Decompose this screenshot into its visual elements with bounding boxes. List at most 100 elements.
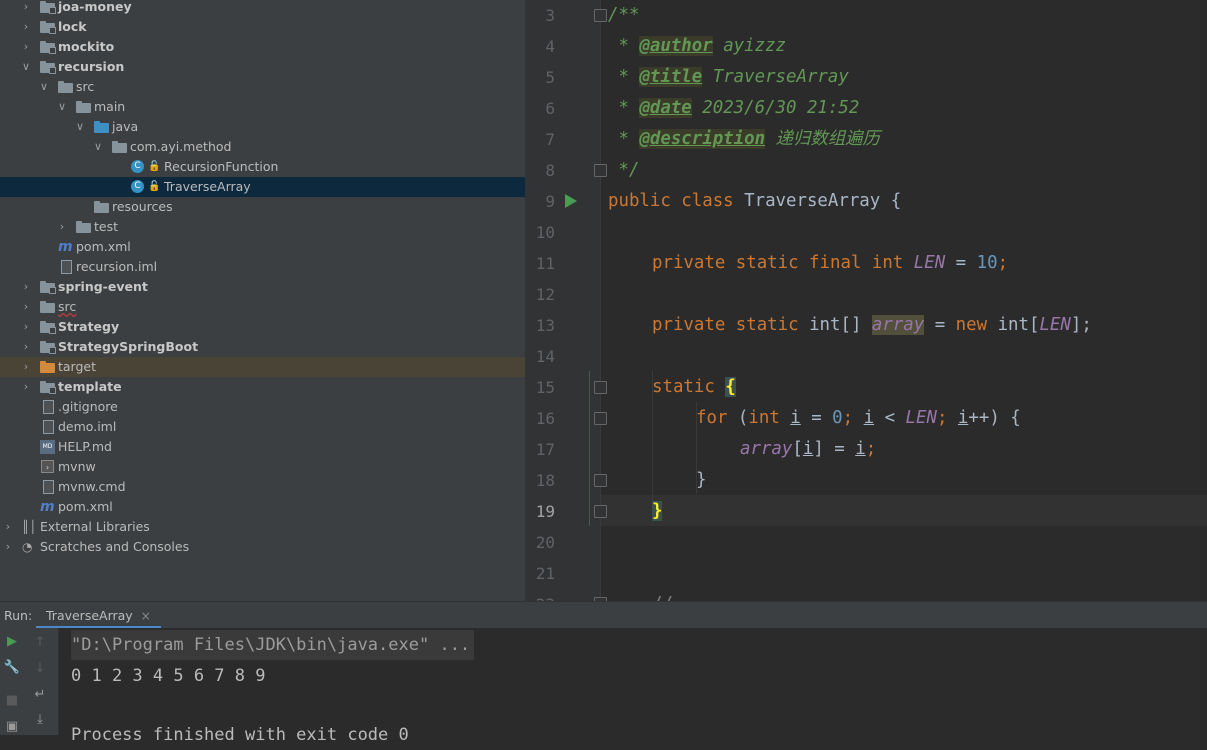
- code-line-17: array[i] = i;: [740, 434, 876, 465]
- operator: <: [874, 408, 906, 428]
- variable: i: [790, 408, 801, 428]
- expand-arrow-icon[interactable]: ›: [20, 357, 32, 377]
- tree-item-target[interactable]: › target: [0, 357, 525, 377]
- operator: =: [924, 315, 956, 335]
- gitignore-file-icon: [43, 400, 54, 414]
- collapse-arrow-icon[interactable]: ∨: [20, 57, 32, 77]
- collapse-arrow-icon[interactable]: ∨: [92, 137, 104, 157]
- fold-marker-icon[interactable]: [594, 474, 607, 487]
- tree-item-test[interactable]: › test: [0, 217, 525, 237]
- wrench-icon[interactable]: 🔧: [3, 659, 21, 677]
- run-gutter-icon[interactable]: [565, 194, 577, 208]
- tree-item-strategy[interactable]: › Strategy: [0, 317, 525, 337]
- libraries-icon: ║│: [22, 520, 37, 534]
- collapse-arrow-icon[interactable]: ∨: [38, 77, 50, 97]
- stop-icon[interactable]: ■: [3, 692, 21, 710]
- expand-arrow-icon[interactable]: ›: [20, 277, 32, 297]
- tree-item-joa-money[interactable]: › joa-money: [0, 0, 525, 17]
- fold-marker-icon[interactable]: [594, 164, 607, 177]
- tree-item-pom-xml[interactable]: m pom.xml: [0, 237, 525, 257]
- tree-item-label: HELP.md: [58, 439, 112, 454]
- tree-item-label: src: [58, 299, 77, 314]
- doc-value: TraverseArray: [702, 67, 849, 87]
- tree-item-template[interactable]: › template: [0, 377, 525, 397]
- up-arrow-icon[interactable]: ↑: [31, 634, 49, 652]
- tree-item-mvnw[interactable]: › mvnw: [0, 457, 525, 477]
- console-output-line: 0 1 2 3 4 5 6 7 8 9: [71, 666, 266, 686]
- keyword: public class: [608, 191, 745, 211]
- line-number: 8: [545, 161, 555, 180]
- expand-arrow-icon[interactable]: ›: [2, 517, 14, 537]
- source-folder-icon: [94, 121, 109, 133]
- scroll-to-end-icon[interactable]: ⤓: [31, 711, 49, 729]
- number-literal: 0: [832, 408, 843, 428]
- run-tab-traverse-array[interactable]: TraverseArray ×: [36, 602, 161, 629]
- expand-arrow-icon[interactable]: ›: [20, 377, 32, 397]
- tree-item-main[interactable]: ∨ main: [0, 97, 525, 117]
- package-icon: [112, 141, 127, 153]
- expand-arrow-icon[interactable]: ›: [2, 537, 14, 557]
- fold-marker-icon[interactable]: [594, 412, 607, 425]
- expand-arrow-icon[interactable]: ›: [20, 297, 32, 317]
- console-command-line: "D:\Program Files\JDK\bin\java.exe" ...: [71, 630, 475, 660]
- tree-item-src[interactable]: ∨ src: [0, 77, 525, 97]
- tree-item-scratches[interactable]: › ◔ Scratches and Consoles: [0, 537, 525, 557]
- tree-item-src-root[interactable]: › src: [0, 297, 525, 317]
- soft-wrap-icon[interactable]: ↵: [31, 686, 49, 704]
- text-file-icon: [43, 480, 54, 494]
- tree-item-spring-event[interactable]: › spring-event: [0, 277, 525, 297]
- tree-item-recursion-function[interactable]: C 🔓 RecursionFunction: [0, 157, 525, 177]
- line-number: 9: [545, 192, 555, 211]
- tree-item-help-md[interactable]: MD HELP.md: [0, 437, 525, 457]
- punctuation: ++) {: [968, 408, 1021, 428]
- tree-item-traverse-array[interactable]: C 🔓 TraverseArray: [0, 177, 525, 197]
- tree-item-package[interactable]: ∨ com.ayi.method: [0, 137, 525, 157]
- rerun-icon[interactable]: ▶: [3, 633, 21, 651]
- doc-comment: *: [608, 36, 640, 56]
- fold-marker-icon[interactable]: [594, 9, 607, 22]
- expand-arrow-icon[interactable]: ›: [20, 317, 32, 337]
- code-editor[interactable]: 3 4 5 6 7 8 9 10 11 12 13 14 15 16 17 18…: [525, 0, 1207, 601]
- folder-icon: [58, 81, 73, 93]
- run-console[interactable]: ▶ ↑ 🔧 ↓ ■ ↵ ⤓ ▣ "D:\Program Files\JDK\bi…: [0, 628, 1207, 745]
- expand-arrow-icon[interactable]: ›: [56, 217, 68, 237]
- fold-marker-icon[interactable]: [594, 505, 607, 518]
- line-number: 17: [535, 440, 555, 459]
- collapse-arrow-icon[interactable]: ∨: [56, 97, 68, 117]
- tree-item-resources[interactable]: resources: [0, 197, 525, 217]
- expand-arrow-icon[interactable]: ›: [20, 37, 32, 57]
- field-name: array: [871, 315, 925, 335]
- collapse-arrow-icon[interactable]: ∨: [74, 117, 86, 137]
- tree-item-label: StrategySpringBoot: [58, 339, 199, 354]
- tree-item-strategy-spring-boot[interactable]: › StrategySpringBoot: [0, 337, 525, 357]
- type: int[]: [809, 315, 872, 335]
- tree-item-gitignore[interactable]: .gitignore: [0, 397, 525, 417]
- tree-item-label: .gitignore: [58, 399, 118, 414]
- tree-item-root-pom-xml[interactable]: m pom.xml: [0, 497, 525, 517]
- tree-item-recursion-iml[interactable]: recursion.iml: [0, 257, 525, 277]
- close-icon[interactable]: ×: [141, 609, 151, 623]
- tree-item-label: mockito: [58, 39, 115, 54]
- line-number: 18: [535, 471, 555, 490]
- tree-item-recursion[interactable]: ∨ recursion: [0, 57, 525, 77]
- tree-item-demo-iml[interactable]: demo.iml: [0, 417, 525, 437]
- tree-item-mockito[interactable]: › mockito: [0, 37, 525, 57]
- down-arrow-icon[interactable]: ↓: [31, 660, 49, 678]
- fold-marker-icon[interactable]: [594, 381, 607, 394]
- tree-item-label: spring-event: [58, 279, 148, 294]
- tree-item-mvnw-cmd[interactable]: mvnw.cmd: [0, 477, 525, 497]
- tree-item-label: TraverseArray: [164, 179, 251, 194]
- tree-item-label: mvnw.cmd: [58, 479, 126, 494]
- code-line-15: static {: [652, 372, 736, 403]
- tree-item-external-libraries[interactable]: › ║│ External Libraries: [0, 517, 525, 537]
- camera-icon[interactable]: ▣: [3, 718, 21, 736]
- tree-item-lock[interactable]: › lock: [0, 17, 525, 37]
- markdown-file-icon: MD: [40, 440, 55, 454]
- expand-arrow-icon[interactable]: ›: [20, 337, 32, 357]
- expand-arrow-icon[interactable]: ›: [20, 17, 32, 37]
- line-number: 12: [535, 285, 555, 304]
- doc-comment: *: [608, 67, 640, 87]
- tree-item-java[interactable]: ∨ java: [0, 117, 525, 137]
- line-number: 13: [535, 316, 555, 335]
- expand-arrow-icon[interactable]: ›: [20, 0, 32, 17]
